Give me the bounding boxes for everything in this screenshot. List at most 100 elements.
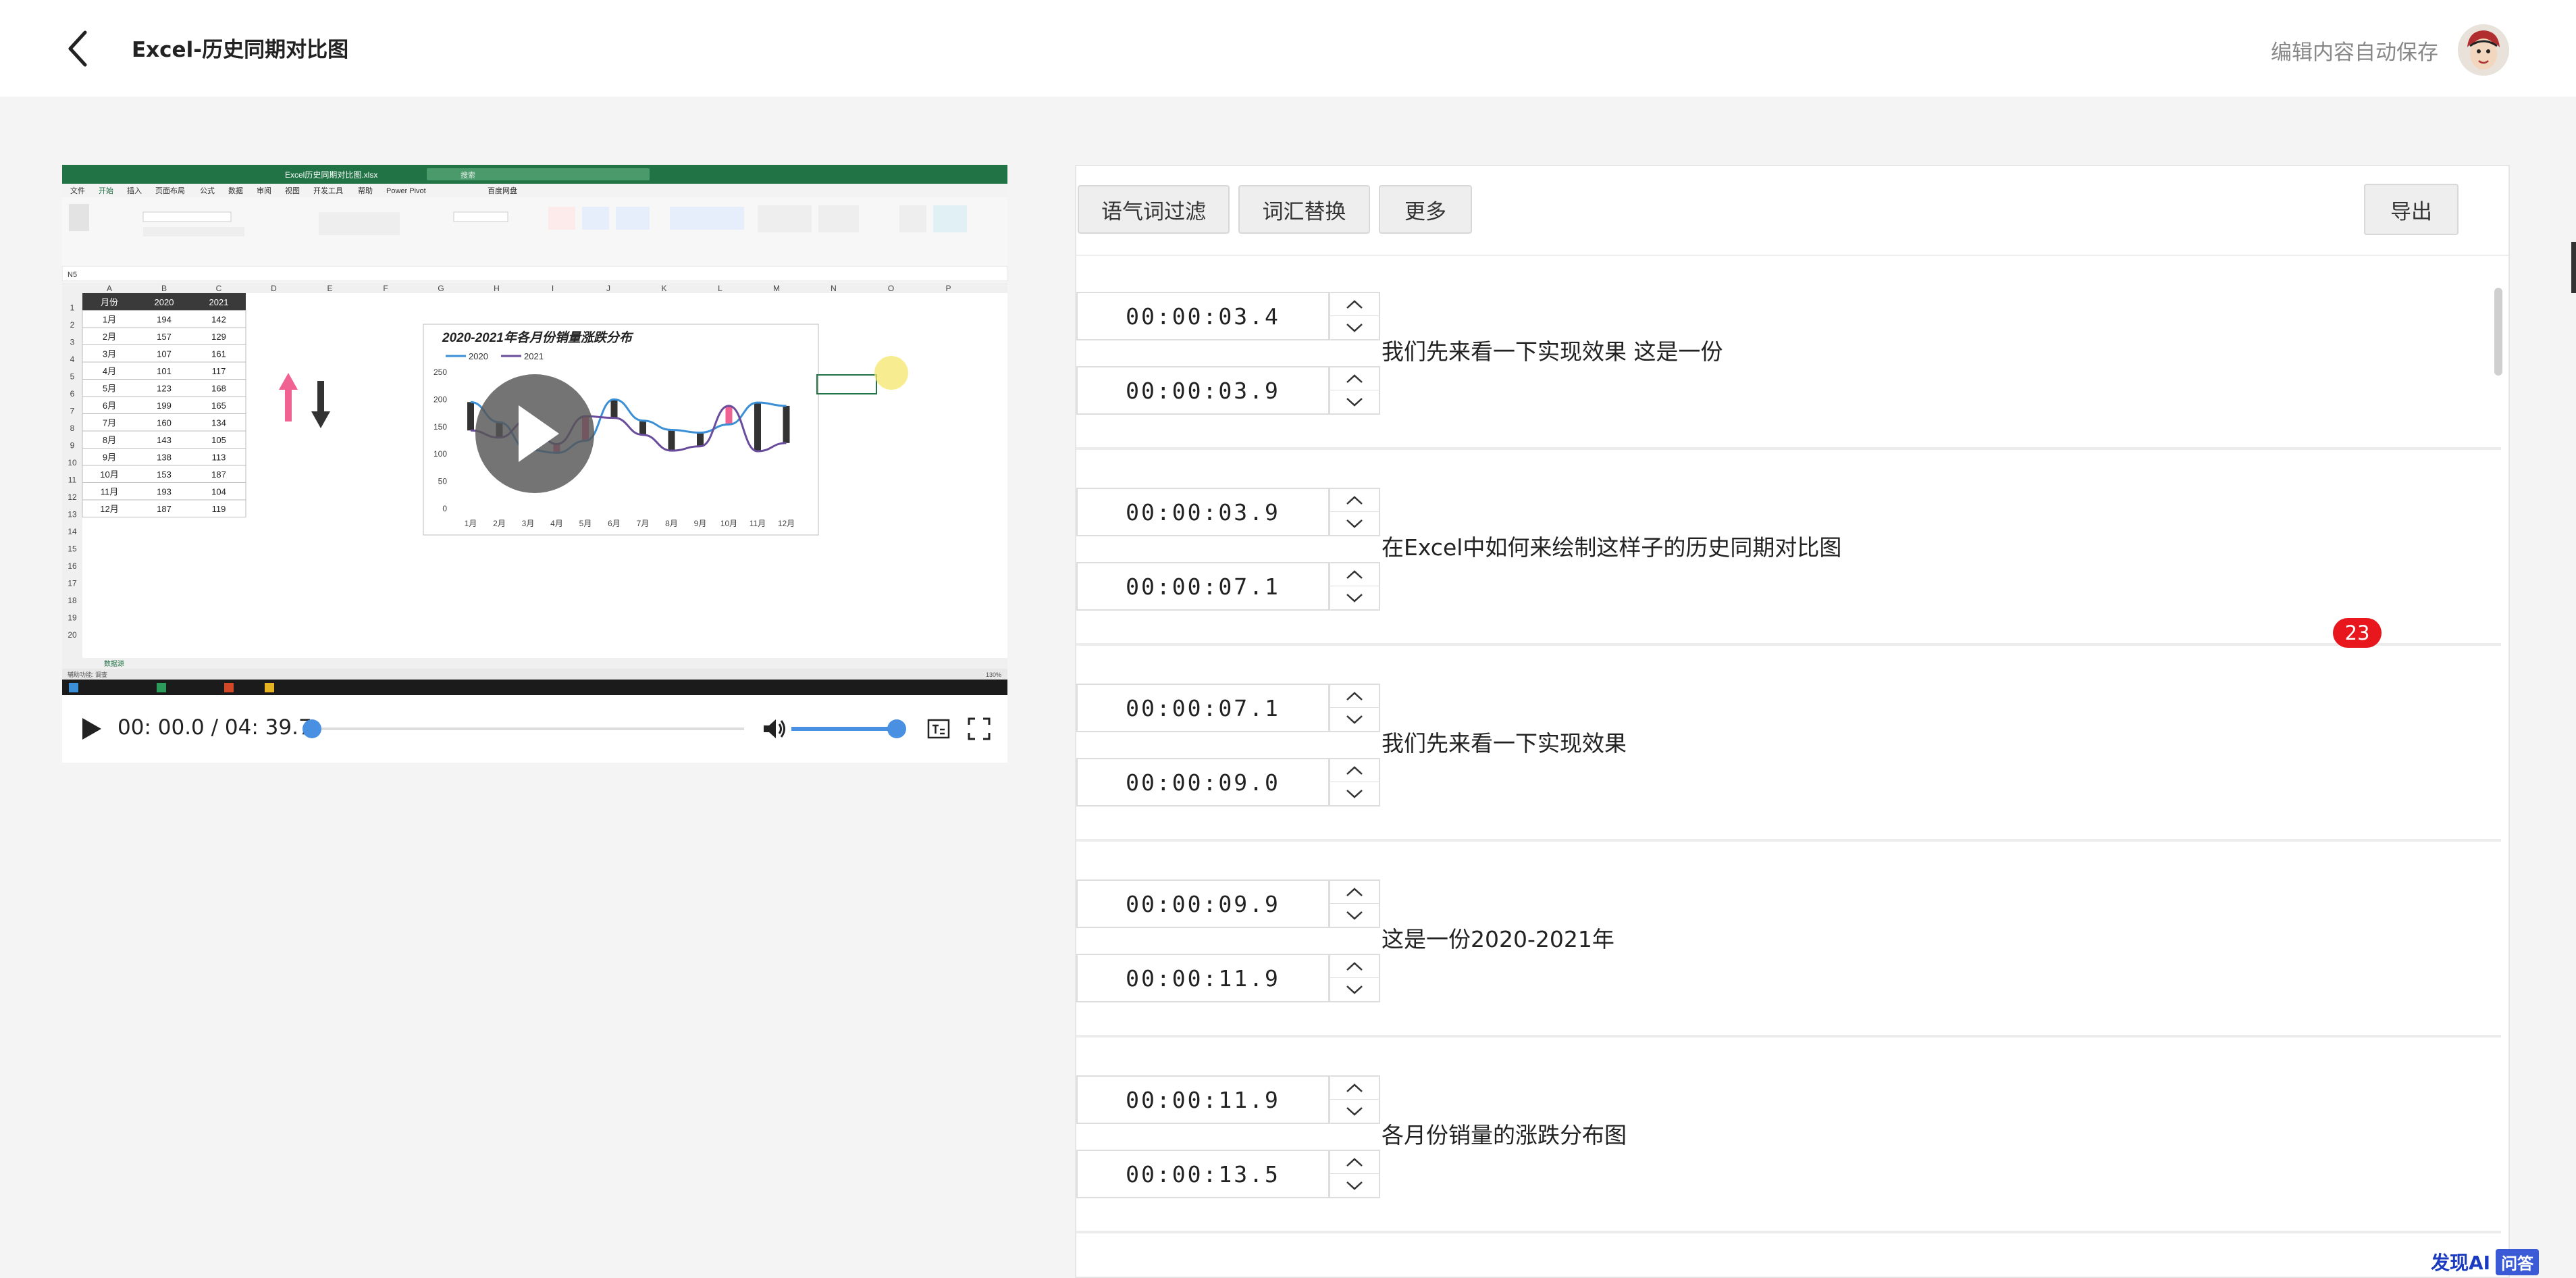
chevron-up-icon[interactable] xyxy=(1330,563,1379,586)
ribbon-tab[interactable]: 帮助 xyxy=(358,186,373,195)
table-cell[interactable]: 107 xyxy=(157,349,172,359)
end-time-field[interactable]: 00:00:09.0 xyxy=(1076,758,1330,807)
column-header[interactable]: A xyxy=(107,284,112,293)
column-header[interactable]: M xyxy=(773,284,780,293)
subtitle-text[interactable]: 这是一份2020-2021年 xyxy=(1382,921,1614,954)
end-time-field[interactable]: 00:00:03.9 xyxy=(1076,366,1330,415)
start-time-field[interactable]: 00:00:07.1 xyxy=(1076,684,1330,732)
chevron-down-icon[interactable] xyxy=(1330,904,1379,927)
time-stepper[interactable] xyxy=(1329,758,1380,807)
column-header[interactable]: O xyxy=(888,284,894,293)
row-number[interactable]: 2 xyxy=(70,320,75,330)
table-cell[interactable]: 4月 xyxy=(103,366,116,376)
table-cell[interactable]: 143 xyxy=(157,435,172,445)
table-cell[interactable]: 7月 xyxy=(103,418,116,428)
table-cell[interactable]: 123 xyxy=(157,384,172,394)
table-cell[interactable]: 194 xyxy=(157,315,172,325)
row-number[interactable]: 17 xyxy=(68,579,77,588)
column-header[interactable]: P xyxy=(945,284,951,293)
export-button[interactable]: 导出 xyxy=(2364,184,2459,235)
table-cell[interactable]: 117 xyxy=(212,366,226,376)
row-number[interactable]: 20 xyxy=(68,630,77,640)
time-stepper[interactable] xyxy=(1329,1075,1380,1124)
column-header[interactable]: F xyxy=(383,284,388,293)
end-time-field[interactable]: 00:00:07.1 xyxy=(1076,562,1330,611)
column-header[interactable]: K xyxy=(661,284,666,293)
progress-track[interactable] xyxy=(305,727,744,730)
table-cell[interactable]: 160 xyxy=(157,418,172,428)
column-header[interactable]: L xyxy=(718,284,722,293)
chevron-up-icon[interactable] xyxy=(1330,881,1379,904)
column-header[interactable]: I xyxy=(552,284,554,293)
row-number[interactable]: 16 xyxy=(68,561,77,571)
time-stepper[interactable] xyxy=(1329,1150,1380,1198)
table-cell[interactable]: 12月 xyxy=(100,504,118,514)
table-cell[interactable]: 138 xyxy=(157,453,172,463)
row-number[interactable]: 11 xyxy=(68,476,77,485)
start-time-field[interactable]: 00:00:03.4 xyxy=(1076,292,1330,340)
column-header[interactable]: D xyxy=(271,284,277,293)
back-arrow-icon[interactable] xyxy=(62,28,96,69)
table-cell[interactable]: 6月 xyxy=(103,401,116,411)
row-number[interactable]: 5 xyxy=(70,372,75,382)
table-cell[interactable]: 199 xyxy=(157,401,172,411)
chevron-up-icon[interactable] xyxy=(1330,759,1379,782)
chevron-down-icon[interactable] xyxy=(1330,978,1379,1001)
chevron-down-icon[interactable] xyxy=(1330,782,1379,805)
ribbon-tab[interactable]: 审阅 xyxy=(257,186,271,195)
chevron-up-icon[interactable] xyxy=(1330,1151,1379,1174)
start-time-field[interactable]: 00:00:09.9 xyxy=(1076,879,1330,928)
replace-button[interactable]: 词汇替换 xyxy=(1238,185,1370,234)
time-stepper[interactable] xyxy=(1329,488,1380,536)
column-header[interactable]: B xyxy=(161,284,167,293)
ribbon-tab[interactable]: 开始 xyxy=(99,186,113,195)
column-header[interactable]: G xyxy=(438,284,444,293)
table-cell[interactable]: 113 xyxy=(212,453,226,463)
row-number[interactable]: 6 xyxy=(70,389,75,399)
chevron-up-icon[interactable] xyxy=(1330,293,1379,316)
time-stepper[interactable] xyxy=(1329,366,1380,415)
subtitle-text[interactable]: 我们先来看一下实现效果 xyxy=(1382,725,1627,758)
subtitle-text[interactable]: 我们先来看一下实现效果 这是一份 xyxy=(1382,334,1723,366)
table-cell[interactable]: 11月 xyxy=(101,487,119,497)
row-number[interactable]: 4 xyxy=(70,355,75,364)
video-play-overlay[interactable] xyxy=(475,374,594,493)
ribbon-tab[interactable]: 插入 xyxy=(127,186,142,195)
table-cell[interactable]: 9月 xyxy=(103,453,116,463)
ribbon-tab[interactable]: 开发工具 xyxy=(313,186,343,195)
table-cell[interactable]: 101 xyxy=(157,366,172,376)
play-icon[interactable] xyxy=(77,715,104,742)
column-header[interactable]: J xyxy=(606,284,610,293)
ribbon-tab[interactable]: 页面布局 xyxy=(155,186,185,195)
table-cell[interactable]: 129 xyxy=(211,332,226,342)
table-cell[interactable]: 165 xyxy=(211,401,226,411)
row-number[interactable]: 3 xyxy=(70,338,75,347)
row-number[interactable]: 15 xyxy=(68,544,77,554)
chevron-up-icon[interactable] xyxy=(1330,685,1379,708)
chevron-down-icon[interactable] xyxy=(1330,512,1379,535)
start-time-field[interactable]: 00:00:11.9 xyxy=(1076,1075,1330,1124)
start-time-field[interactable]: 00:00:03.9 xyxy=(1076,488,1330,536)
chevron-up-icon[interactable] xyxy=(1330,489,1379,512)
table-cell[interactable]: 187 xyxy=(157,504,172,514)
volume-knob[interactable] xyxy=(887,719,906,738)
table-cell[interactable]: 8月 xyxy=(103,435,116,445)
ribbon-tab[interactable]: 百度网盘 xyxy=(488,186,517,195)
time-stepper[interactable] xyxy=(1329,562,1380,611)
edge-handle[interactable] xyxy=(2571,242,2576,293)
ribbon-tab[interactable]: 文件 xyxy=(70,186,85,195)
chevron-down-icon[interactable] xyxy=(1330,586,1379,609)
row-number[interactable]: 14 xyxy=(68,527,77,536)
more-button[interactable]: 更多 xyxy=(1379,185,1472,234)
filter-button[interactable]: 语气词过滤 xyxy=(1078,185,1230,234)
table-cell[interactable]: 161 xyxy=(211,349,226,359)
column-header[interactable]: N xyxy=(831,284,837,293)
video-player[interactable]: Excel历史同期对比图.xlsx 搜索 文件 开始 插入 页面布局 公式 数据 审阅 视图 开… xyxy=(62,165,1007,695)
progress-knob[interactable] xyxy=(303,719,321,738)
table-cell[interactable]: 119 xyxy=(212,504,226,514)
table-cell[interactable]: 157 xyxy=(157,332,172,342)
table-cell[interactable]: 2月 xyxy=(103,332,116,342)
table-cell[interactable]: 193 xyxy=(157,487,172,497)
avatar[interactable] xyxy=(2458,24,2509,76)
chevron-down-icon[interactable] xyxy=(1330,1174,1379,1197)
